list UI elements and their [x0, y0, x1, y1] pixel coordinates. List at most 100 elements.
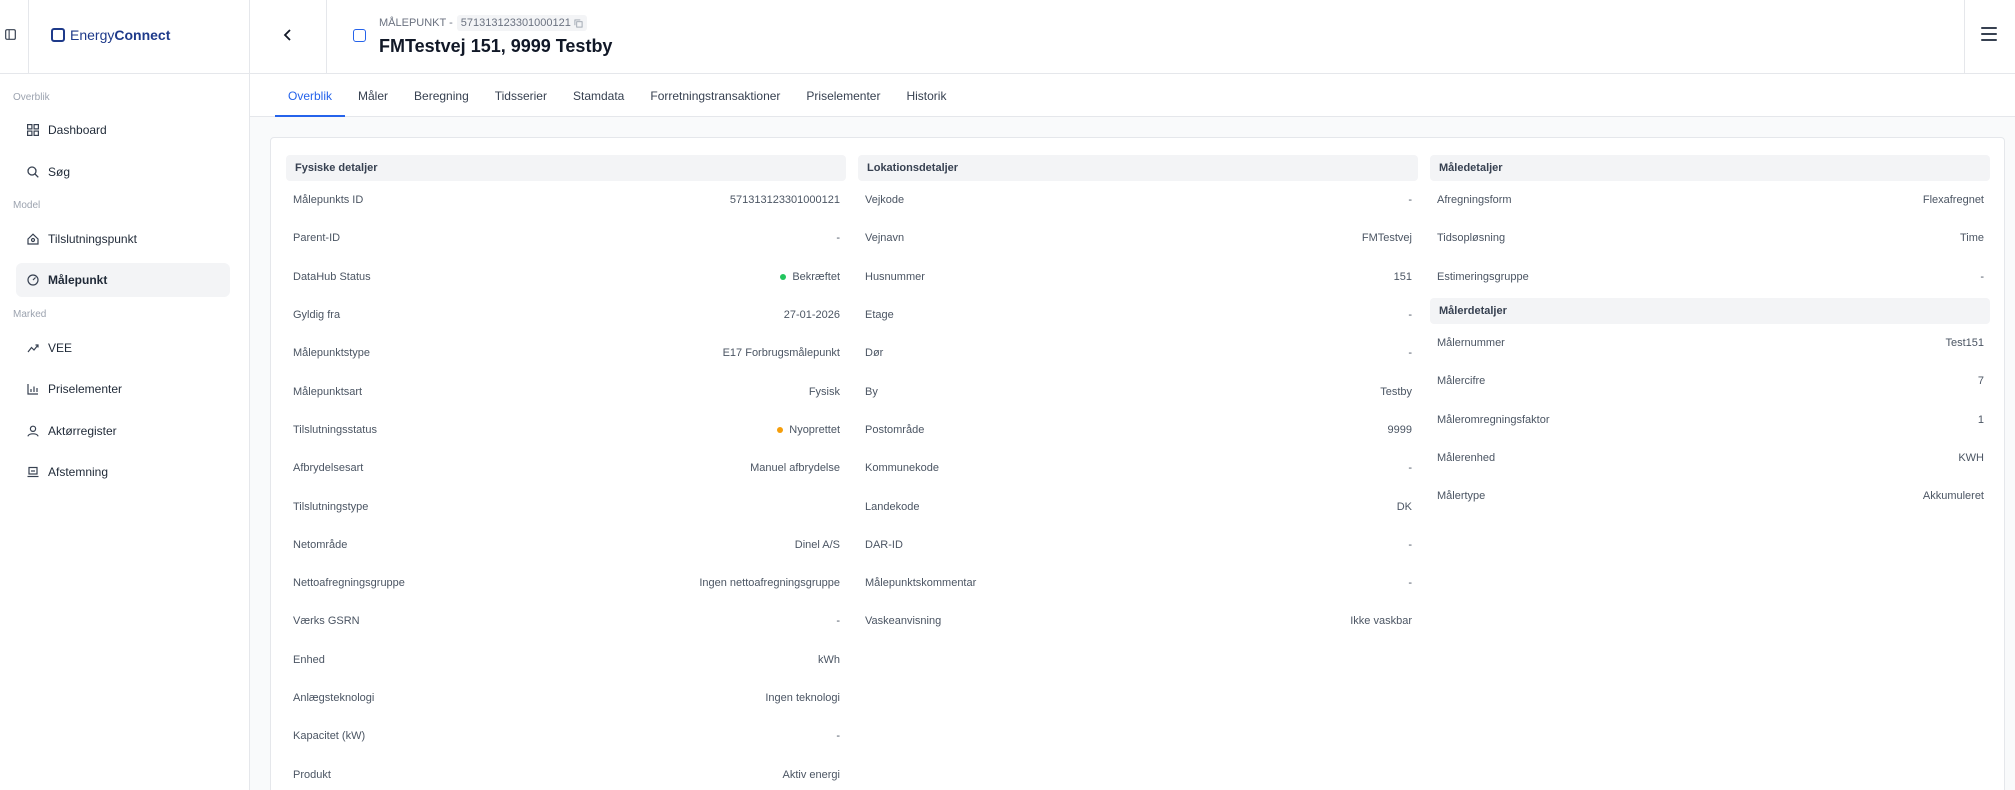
page-title: FMTestvej 151, 9999 Testby [379, 36, 613, 56]
detail-value-text: - [836, 615, 840, 628]
tab-historik[interactable]: Historik [893, 75, 959, 117]
collapse-sidebar-icon[interactable] [2, 26, 18, 42]
tab-tidsserier[interactable]: Tidsserier [482, 75, 560, 117]
tab-maaler[interactable]: Måler [345, 75, 401, 117]
id-chip[interactable]: 571313123301000121 [456, 15, 587, 31]
chart-icon [26, 382, 40, 396]
detail-row: Målerenhed KWH [1430, 439, 1990, 477]
detail-row: Produkt Aktiv energi [286, 755, 846, 790]
physical-details-rows: Målepunkts ID 571313123301000121 Parent-ID… [286, 181, 846, 790]
detail-row: By Testby [858, 372, 1418, 410]
section-title: Målerdetaljer [1430, 297, 1990, 324]
logo[interactable]: Energy Connect [51, 27, 170, 43]
detail-row: DAR-ID - [858, 526, 1418, 564]
detail-label: By [865, 385, 878, 398]
detail-label: Tidsopløsning [1437, 232, 1506, 245]
detail-value-text: Ingen nettoafregningsgruppe [699, 577, 840, 590]
detail-value: - [836, 232, 840, 244]
page-header: MÅLEPUNKT - 571313123301000121 FMTestvej… [250, 0, 2015, 74]
detail-row: Etage - [858, 296, 1418, 334]
detail-value-text: Akkumuleret [1922, 490, 1984, 503]
detail-row: Husnummer 151 [858, 258, 1418, 296]
detail-value-text: Dinel A/S [794, 538, 840, 551]
detail-label: DAR-ID [865, 538, 903, 551]
sidebar-item-maalepunkt[interactable]: Målepunkt [16, 263, 230, 297]
detail-value: Nyoprettet [777, 424, 840, 436]
tab-forretningstransaktioner[interactable]: Forretningstransaktioner [637, 75, 793, 117]
detail-value: FMTestvej [1362, 232, 1412, 244]
detail-row: Målepunktskommentar - [858, 564, 1418, 602]
status-dot-icon [777, 426, 784, 433]
detail-row: Dør - [858, 334, 1418, 372]
detail-row: Afregningsform Flexafregnet [1430, 181, 1990, 219]
physical-details: Fysiske detaljer Målepunkts ID 5713131233… [286, 155, 846, 790]
detail-label: Postområde [865, 423, 925, 436]
detail-row: Kommunekode - [858, 449, 1418, 487]
tab-overblik[interactable]: Overblik [275, 75, 346, 117]
detail-label: Vaskeanvisning [865, 615, 942, 628]
detail-value-text: Aktiv energi [782, 768, 840, 781]
detail-label: Gyldig fra [293, 309, 341, 322]
gauge-icon [26, 273, 40, 287]
sidebar-item-afstemning[interactable]: Afstemning [16, 455, 230, 489]
location-details-rows: Vejkode - Vejnavn FMTestvej Husnummer 151 Etag… [858, 181, 1418, 641]
detail-row: Tilslutningstype [286, 487, 846, 525]
detail-value: Ingen teknologi [765, 692, 840, 704]
back-button[interactable] [278, 25, 298, 45]
detail-value-text: 7 [1977, 375, 1984, 388]
detail-row: Vejkode - [858, 181, 1418, 219]
detail-value-text: Fysisk [808, 385, 840, 398]
detail-row: Tidsopløsning Time [1430, 219, 1990, 257]
sidebar-item-label: Målepunkt [48, 273, 108, 287]
detail-value-text: 27-01-2026 [783, 309, 840, 322]
detail-row: Enhed kWh [286, 641, 846, 679]
detail-value-text: Time [1959, 232, 1984, 245]
detail-row: Estimeringsgruppe - [1430, 258, 1990, 296]
detail-value-text: Ikke vaskbar [1350, 615, 1412, 628]
select-checkbox[interactable] [353, 29, 366, 42]
detail-label: Nettoafregningsgruppe [293, 577, 405, 590]
detail-value: - [1408, 462, 1412, 474]
status-dot-icon [780, 273, 787, 280]
section-label-overblik: Overblik [13, 92, 50, 103]
detail-label: Målernummer [1437, 337, 1505, 350]
detail-label: Tilslutningsstatus [293, 423, 377, 436]
sidebar-item-priselementer[interactable]: Priselementer [16, 372, 230, 406]
detail-value-text: FMTestvej [1361, 232, 1412, 245]
sidebar-item-vee[interactable]: VEE [16, 331, 230, 365]
detail-label: Vejnavn [865, 232, 905, 245]
sidebar-item-search[interactable]: Søg [16, 155, 230, 189]
breadcrumb: MÅLEPUNKT - 571313123301000121 [379, 15, 587, 31]
detail-value: Fysisk [809, 386, 840, 398]
search-icon [26, 165, 40, 179]
detail-value: - [836, 730, 840, 742]
sidebar-item-aktoerregister[interactable]: Aktørregister [16, 414, 230, 448]
detail-value-text: KWH [1958, 451, 1984, 464]
tab-priselementer[interactable]: Priselementer [793, 75, 893, 117]
section-label-marked: Marked [13, 309, 47, 320]
detail-label: Produkt [293, 768, 331, 781]
detail-row: Vejnavn FMTestvej [858, 219, 1418, 257]
detail-value-text: 571313123301000121 [729, 194, 840, 207]
detail-label: Husnummer [865, 270, 925, 283]
detail-value-text: - [836, 232, 840, 245]
logo-text-part2: Connect [114, 27, 171, 43]
detail-value: - [1408, 539, 1412, 551]
detail-value: Akkumuleret [1923, 490, 1984, 502]
laptop-icon [26, 465, 40, 479]
detail-row: Måleromregningsfaktor 1 [1430, 400, 1990, 438]
detail-value: Test151 [1945, 337, 1984, 349]
detail-value-text: Flexafregnet [1922, 194, 1984, 207]
detail-value: Time [1960, 232, 1984, 244]
menu-icon[interactable] [1981, 27, 1997, 41]
detail-value-text: - [1980, 270, 1984, 283]
detail-label: Målerenhed [1437, 451, 1496, 464]
sidebar-item-dashboard[interactable]: Dashboard [16, 113, 230, 147]
tab-beregning[interactable]: Beregning [401, 75, 482, 117]
sidebar-item-tilslutningspunkt[interactable]: Tilslutningspunkt [16, 222, 230, 256]
detail-value: Bekræftet [780, 271, 840, 283]
tab-stamdata[interactable]: Stamdata [560, 75, 637, 117]
detail-value: - [1408, 577, 1412, 589]
detail-label: Målertype [1437, 490, 1486, 503]
copy-icon[interactable] [574, 18, 583, 28]
